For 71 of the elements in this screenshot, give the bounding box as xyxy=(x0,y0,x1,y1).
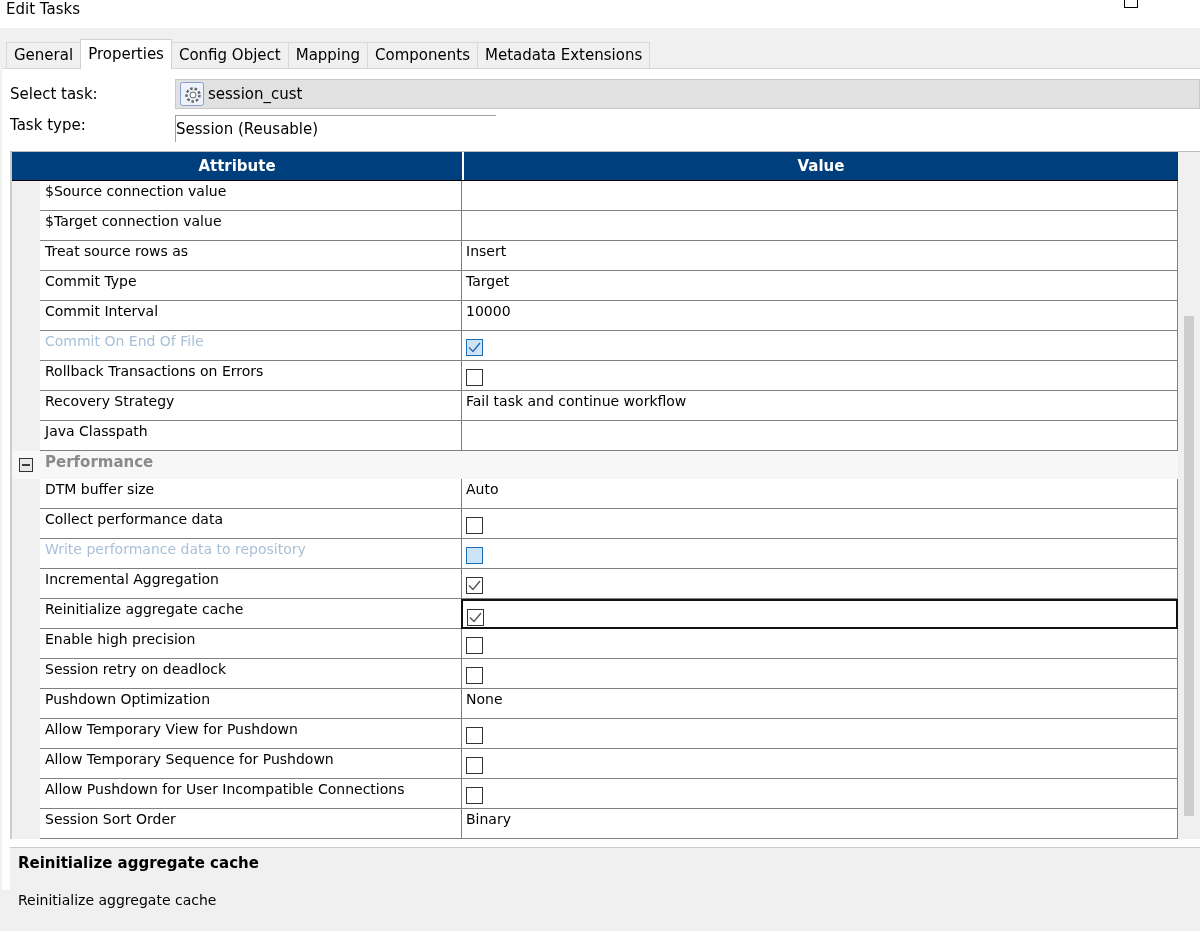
checkbox[interactable] xyxy=(466,667,483,684)
collapse-icon[interactable] xyxy=(19,458,33,472)
task-type-field: Session (Reusable) xyxy=(175,114,496,142)
description-text: Reinitialize aggregate cache xyxy=(18,892,218,908)
attribute-cell: Write performance data to repository xyxy=(40,539,461,569)
value-text: None xyxy=(466,691,503,707)
checkbox[interactable] xyxy=(466,637,483,654)
value-cell[interactable] xyxy=(461,211,1178,241)
value-cell[interactable] xyxy=(461,509,1178,539)
checkbox[interactable] xyxy=(466,757,483,774)
attribute-cell: Pushdown Optimization xyxy=(40,689,461,719)
value-cell[interactable] xyxy=(461,779,1178,809)
checkbox[interactable] xyxy=(467,609,484,626)
attribute-cell: $Source connection value xyxy=(40,181,461,211)
task-dropdown[interactable]: session_cust xyxy=(175,79,1200,109)
gear-icon xyxy=(180,82,204,106)
tab[interactable]: Metadata Extensions xyxy=(476,42,651,68)
checkbox[interactable] xyxy=(466,517,483,534)
attribute-cell: Session retry on deadlock xyxy=(40,659,461,689)
checkbox[interactable] xyxy=(466,727,483,744)
value-cell[interactable]: Binary xyxy=(461,809,1178,839)
group-label: Performance xyxy=(44,452,154,473)
description-title: Reinitialize aggregate cache xyxy=(18,854,260,872)
attribute-cell: Incremental Aggregation xyxy=(40,569,461,599)
value-text: Auto xyxy=(466,481,499,497)
attribute-cell: Session Sort Order xyxy=(40,809,461,839)
tab[interactable]: General xyxy=(6,42,82,68)
attribute-cell: Allow Temporary View for Pushdown xyxy=(40,719,461,749)
attribute-cell: Reinitialize aggregate cache xyxy=(40,599,461,629)
value-text: Insert xyxy=(466,243,507,259)
attribute-cell: Enable high precision xyxy=(40,629,461,659)
checkbox[interactable] xyxy=(466,787,483,804)
attribute-cell: Allow Temporary Sequence for Pushdown xyxy=(40,749,461,779)
attribute-cell: $Target connection value xyxy=(40,211,461,241)
value-cell[interactable] xyxy=(461,749,1178,779)
value-cell[interactable] xyxy=(461,629,1178,659)
value-text: 10000 xyxy=(466,303,511,319)
value-cell[interactable]: Insert xyxy=(461,241,1178,271)
column-header: Attribute xyxy=(12,152,464,180)
value-cell[interactable]: None xyxy=(461,689,1178,719)
attribute-cell: Rollback Transactions on Errors xyxy=(40,361,461,391)
value-text: Target xyxy=(466,273,510,289)
value-cell[interactable]: Target xyxy=(461,271,1178,301)
value-cell[interactable] xyxy=(461,719,1178,749)
value-cell[interactable] xyxy=(461,361,1178,391)
field-label: Task type: xyxy=(10,116,87,134)
value-cell[interactable] xyxy=(461,181,1178,211)
attribute-cell: DTM buffer size xyxy=(40,479,461,509)
attribute-cell: Treat source rows as xyxy=(40,241,461,271)
value-cell[interactable] xyxy=(461,599,1178,629)
value-cell[interactable]: Fail task and continue workflow xyxy=(461,391,1178,421)
tab[interactable]: Properties xyxy=(80,39,172,69)
value-cell[interactable] xyxy=(461,659,1178,689)
scrollbar[interactable] xyxy=(1178,152,1200,839)
attribute-cell: Allow Pushdown for User Incompatible Connections xyxy=(40,779,461,809)
attribute-cell: Recovery Strategy xyxy=(40,391,461,421)
value-cell[interactable]: 10000 xyxy=(461,301,1178,331)
field-label: Select task: xyxy=(10,85,99,103)
checkbox[interactable] xyxy=(466,369,483,386)
value-text: Fail task and continue workflow xyxy=(466,393,687,409)
column-header: Value xyxy=(796,156,846,177)
attribute-cell: Commit Type xyxy=(40,271,461,301)
window-title: Edit Tasks xyxy=(5,0,80,18)
value-cell[interactable] xyxy=(461,569,1178,599)
attribute-cell: Commit Interval xyxy=(40,301,461,331)
attribute-cell: Collect performance data xyxy=(40,509,461,539)
maximize-icon[interactable] xyxy=(1124,0,1138,8)
attribute-cell: Commit On End Of File xyxy=(40,331,461,361)
value-text: Binary xyxy=(466,811,511,827)
value-cell[interactable]: Auto xyxy=(461,479,1178,509)
checkbox[interactable] xyxy=(466,577,483,594)
